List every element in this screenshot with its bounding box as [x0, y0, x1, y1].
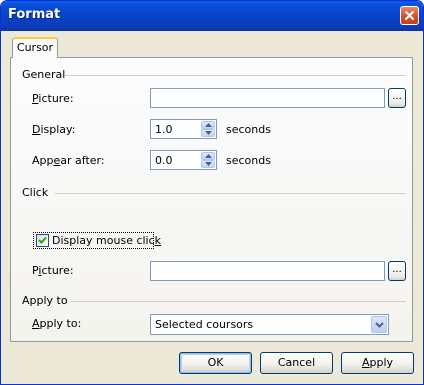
general-divider [65, 75, 406, 76]
arrow-up-icon [205, 154, 212, 158]
appear-label-pre: App [32, 154, 54, 167]
display-spinner[interactable]: 1.0 [150, 119, 217, 139]
picture-label: Picture: [32, 92, 74, 105]
cancel-button[interactable]: Cancel [260, 352, 333, 374]
apply-to-select[interactable]: Selected coursors [150, 314, 389, 335]
display-mouse-click-label: Display mouse click [52, 234, 161, 247]
checkbox-box[interactable] [36, 234, 49, 247]
picture-browse-button[interactable]: ... [388, 88, 406, 108]
appear-spin-up-button[interactable] [201, 152, 215, 160]
apply-button[interactable]: Apply [341, 352, 414, 374]
click-picture-label: Picture: [32, 264, 74, 277]
appear-after-spinner[interactable]: 0.0 [150, 150, 217, 170]
appear-after-label: Appear after: [32, 154, 105, 167]
dialog-body: Cursor General Picture: ... Display: 1.0… [4, 31, 420, 383]
title-bar[interactable]: Format [1, 1, 423, 31]
dmc-label-accel: k [154, 234, 162, 247]
format-dialog: Format Cursor General Picture: ... Displ… [0, 0, 424, 385]
apply-to-dropdown-button[interactable] [371, 316, 387, 333]
close-icon [404, 10, 415, 21]
display-unit: seconds [226, 123, 271, 136]
apply-to-heading: Apply to [22, 294, 68, 307]
tab-cursor[interactable]: Cursor [12, 37, 58, 58]
picture-input[interactable] [150, 88, 385, 108]
display-label-post: isplay: [40, 123, 76, 136]
cancel-label: Cancel [277, 356, 316, 369]
arrow-down-icon [205, 131, 212, 135]
appear-label-post: ar after: [60, 154, 105, 167]
display-spin-down-button[interactable] [201, 129, 215, 137]
display-mouse-click-checkbox[interactable]: Display mouse click [33, 232, 161, 249]
ok-button[interactable]: OK [179, 352, 252, 374]
apply-to-label-post: pply to: [39, 317, 82, 330]
display-value: 1.0 [155, 123, 173, 136]
checkmark-icon [38, 236, 47, 244]
chevron-down-icon [375, 322, 384, 328]
display-label: Display: [32, 123, 75, 136]
appear-spin-down-button[interactable] [201, 160, 215, 168]
apply-label-post: pply [369, 356, 394, 369]
tab-cursor-label: Cursor [16, 41, 54, 54]
window-title: Format [8, 7, 61, 22]
click-divider [55, 193, 406, 194]
tab-panel-cursor: General Picture: ... Display: 1.0 second… [10, 57, 413, 342]
click-picture-browse-button[interactable]: ... [388, 261, 406, 281]
general-heading: General [22, 68, 66, 81]
picture-label-post: icture: [38, 92, 74, 105]
dmc-label-pre: Display mouse clic [52, 234, 155, 247]
display-spin-up-button[interactable] [201, 121, 215, 129]
apply-to-divider [71, 301, 406, 302]
arrow-down-icon [205, 162, 212, 166]
arrow-up-icon [205, 123, 212, 127]
browse-label: ... [392, 264, 402, 275]
close-button[interactable] [400, 6, 419, 25]
apply-to-label-accel: A [32, 317, 40, 330]
apply-to-selected-value: Selected coursors [155, 318, 254, 331]
apply-label-accel: A [361, 356, 370, 369]
appear-after-unit: seconds [226, 154, 271, 167]
click-picture-input[interactable] [150, 261, 385, 281]
appear-after-value: 0.0 [155, 154, 173, 167]
click-picture-label-post: cture: [41, 264, 74, 277]
apply-to-label: Apply to: [32, 317, 81, 330]
ok-label: OK [207, 356, 224, 369]
browse-label: ... [392, 91, 402, 102]
click-heading: Click [22, 186, 49, 199]
